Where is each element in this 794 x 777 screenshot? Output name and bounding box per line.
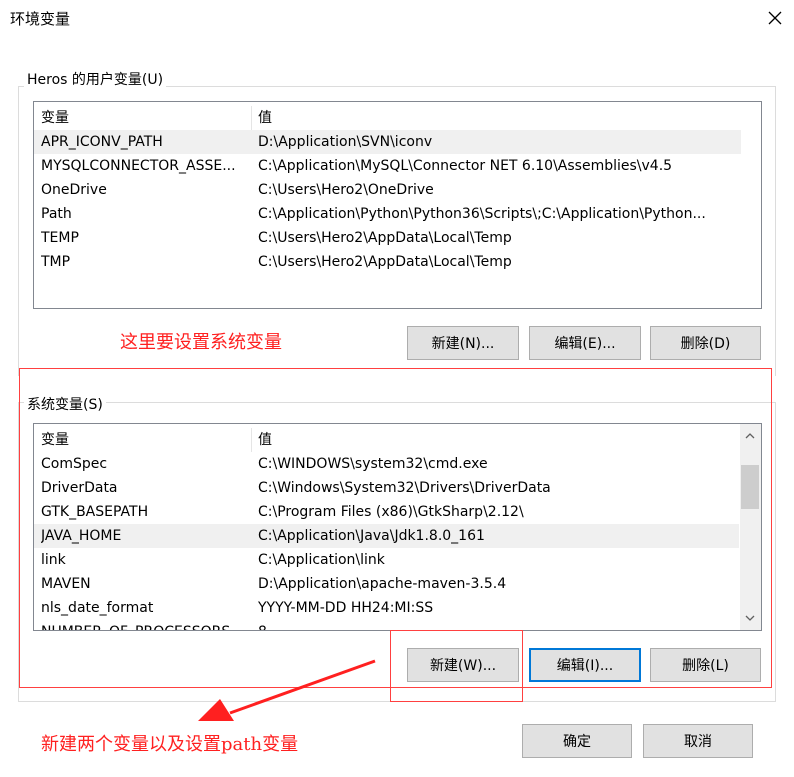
arrow-icon [198, 659, 376, 721]
system-hint-annotation: 这里要设置系统变量 [120, 332, 282, 353]
variable-value: C:\Users\Hero2\AppData\Local\Temp [258, 254, 512, 270]
close-icon [768, 11, 782, 25]
variable-name: OneDrive [41, 182, 107, 198]
user-new-button[interactable]: 新建(N)... [407, 326, 519, 360]
variable-value: C:\Application\MySQL\Connector NET 6.10\… [258, 158, 673, 174]
table-row[interactable]: TMP C:\Users\Hero2\AppData\Local\Temp [34, 250, 741, 274]
column-header-name[interactable]: 变量 [41, 106, 251, 130]
new-hint-annotation: 新建两个变量以及设置path变量 [41, 734, 299, 755]
column-header-value[interactable]: 值 [258, 106, 738, 130]
table-row[interactable]: Path C:\Application\Python\Python36\Scrip… [34, 202, 741, 226]
variable-name: TMP [41, 254, 71, 270]
ok-button[interactable]: 确定 [522, 724, 632, 758]
list-header: 变量 值 [34, 106, 741, 130]
variable-name: APR_ICONV_PATH [41, 134, 163, 150]
user-delete-button[interactable]: 删除(D) [650, 326, 761, 360]
table-row[interactable]: OneDrive C:\Users\Hero2\OneDrive [34, 178, 741, 202]
table-row[interactable]: APR_ICONV_PATH D:\Application\SVN\iconv [34, 130, 741, 154]
close-button[interactable] [756, 0, 794, 36]
table-row[interactable]: TEMP C:\Users\Hero2\AppData\Local\Temp [34, 226, 741, 250]
user-edit-button[interactable]: 编辑(E)... [529, 326, 641, 360]
variable-name: TEMP [41, 230, 79, 246]
variable-value: D:\Application\SVN\iconv [258, 134, 433, 150]
variable-value: C:\Users\Hero2\OneDrive [258, 182, 434, 198]
table-row[interactable]: MYSQLCONNECTOR_ASSE... C:\Application\MyS… [34, 154, 741, 178]
variable-value: C:\Users\Hero2\AppData\Local\Temp [258, 230, 512, 246]
user-variables-label: Heros 的用户变量(U) [24, 69, 167, 89]
new-button-highlight [390, 630, 523, 702]
cancel-button[interactable]: 取消 [643, 724, 753, 758]
variable-name: Path [41, 206, 72, 222]
variable-value: C:\Application\Python\Python36\Scripts\;… [258, 206, 706, 222]
variable-name: MYSQLCONNECTOR_ASSE... [41, 158, 236, 174]
user-variables-list[interactable]: 变量 值 APR_ICONV_PATH D:\Application\SVN\ic… [33, 101, 762, 309]
window-title: 环境变量 [10, 10, 71, 28]
